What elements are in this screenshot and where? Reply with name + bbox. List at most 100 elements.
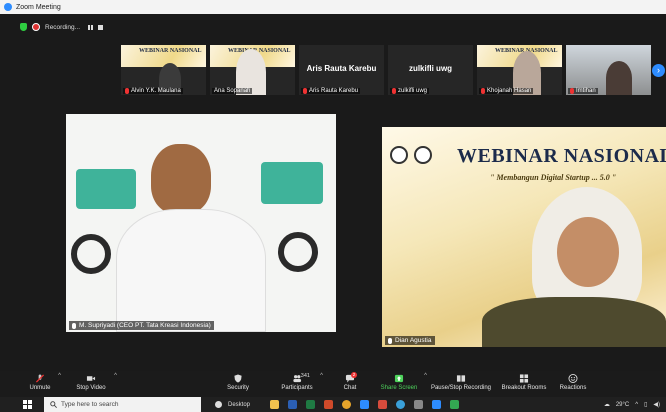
reactions-button[interactable]: Reactions (558, 371, 588, 397)
thumbnail-strip: WEBINAR NASIONAL Alvin Y.K. Maulana WEBI… (121, 45, 651, 95)
organization-seal-icon (414, 146, 432, 164)
chevron-up-icon[interactable]: ^ (320, 373, 323, 379)
participant-thumbnail[interactable]: WEBINAR NASIONAL Khojanah Hasan (477, 45, 562, 95)
zoom-logo-icon (4, 3, 12, 11)
speaker-video-right[interactable]: WEBINAR NASIONAL " Membangun Digital Sta… (382, 127, 666, 347)
participant-thumbnail[interactable]: zulkifli uwg zulkifli uwg (388, 45, 473, 95)
scooter-box (261, 162, 323, 204)
next-page-chevron-icon[interactable]: › (652, 64, 665, 77)
unmute-label: Unmute (29, 385, 51, 391)
powerpoint-icon[interactable] (324, 400, 334, 409)
reactions-label: Reactions (559, 385, 587, 391)
participant-thumbnail[interactable]: WEBINAR NASIONAL Alvin Y.K. Maulana (121, 45, 206, 95)
participant-thumbnail[interactable]: Aris Rauta Karebu Aris Rauta Karebu (299, 45, 384, 95)
word-icon[interactable] (288, 400, 298, 409)
taskbar-search-input[interactable]: Type here to search (44, 397, 201, 412)
chat-label: Chat (343, 385, 357, 391)
participant-name: Imtihan (576, 88, 596, 94)
participant-name: Aris Rauta Karebu (309, 88, 359, 94)
university-seal-icon (390, 146, 408, 164)
speaker-name: M. Supriyadi (CEO PT. Tata Kreasi Indone… (79, 322, 211, 329)
app-icon[interactable] (378, 400, 388, 409)
speaker-face (557, 217, 619, 287)
system-tray: ☁ 29°C ^ ▯ ◀) (604, 401, 660, 409)
breakout-label: Breakout Rooms (501, 385, 547, 391)
windows-start-icon[interactable] (20, 397, 34, 412)
slide-title: WEBINAR NASIONAL (457, 145, 666, 167)
participants-button[interactable]: 341 Participants ^ (278, 371, 323, 397)
file-explorer-icon[interactable] (270, 400, 280, 409)
webinar-banner: WEBINAR NASIONAL (121, 45, 206, 67)
weather-cloud-icon[interactable]: ☁ (604, 401, 610, 408)
unmute-button[interactable]: Unmute ^ (26, 371, 61, 397)
security-shield-icon (20, 23, 27, 31)
pause-stop-recording-button[interactable]: Pause/Stop Recording (428, 371, 494, 397)
meeting-stage: Recording... WEBINAR NASIONAL Alvin Y.K.… (0, 14, 666, 371)
participants-label: Participants (281, 385, 313, 391)
recording-bar: Recording... (20, 21, 104, 33)
cortana-icon[interactable] (215, 401, 222, 408)
pause-recording-icon[interactable] (88, 24, 91, 30)
temperature-label[interactable]: 29°C (616, 402, 629, 408)
participant-name: Alvin Y.K. Maulana (131, 88, 181, 94)
participant-name: zulkifli uwg (398, 88, 428, 94)
participant-display-name: Aris Rauta Karebu (306, 64, 377, 73)
mic-muted-icon (303, 88, 307, 94)
breakout-rooms-button[interactable]: Breakout Rooms (501, 371, 547, 397)
volume-icon[interactable]: ◀) (653, 401, 660, 408)
stop-video-label: Stop Video (76, 385, 106, 391)
security-label: Security (227, 385, 249, 391)
participant-figure (606, 61, 632, 95)
participant-display-name: zulkifli uwg (408, 64, 453, 73)
chrome-icon[interactable] (342, 400, 352, 409)
chat-badge: 2 (350, 372, 357, 378)
window-title: Zoom Meeting (16, 3, 61, 11)
speaker-body (482, 297, 666, 347)
speaker-video-left[interactable]: M. Supriyadi (CEO PT. Tata Kreasi Indone… (66, 114, 336, 332)
title-bar: Zoom Meeting (0, 0, 666, 14)
mic-icon (388, 337, 392, 344)
speaker-name-label: M. Supriyadi (CEO PT. Tata Kreasi Indone… (69, 321, 214, 330)
share-screen-button[interactable]: Share Screen ^ (378, 371, 427, 397)
scooter-wheel (71, 234, 111, 274)
pause-stop-icon (456, 375, 466, 382)
participant-name: Ana Sopanah (214, 88, 251, 94)
chevron-up-icon[interactable]: ^ (635, 402, 638, 408)
stop-video-button[interactable]: Stop Video ^ (72, 371, 117, 397)
mic-icon (72, 322, 76, 329)
speaker-name-label: Dian Agustia (385, 336, 435, 345)
chat-button[interactable]: 2 Chat (338, 371, 362, 397)
stop-recording-icon[interactable] (98, 24, 104, 30)
video-camera-icon (86, 376, 96, 381)
search-placeholder: Type here to search (61, 401, 119, 408)
participant-thumbnail[interactable]: Imtihan (566, 45, 651, 95)
participant-name-label: zulkifli uwg (390, 88, 430, 94)
breakout-rooms-icon (519, 374, 529, 383)
chevron-up-icon[interactable]: ^ (114, 373, 117, 379)
participant-name-label: Alvin Y.K. Maulana (123, 88, 183, 94)
app-icon[interactable] (450, 400, 460, 409)
chevron-up-icon[interactable]: ^ (424, 373, 427, 379)
edge-icon[interactable] (396, 400, 406, 409)
desktop-toolbar-label[interactable]: Desktop (228, 402, 250, 408)
slide-subtitle: " Membangun Digital Startup ... 5.0 " (490, 173, 617, 182)
security-button[interactable]: Security (224, 371, 252, 397)
zoom-app-icon[interactable] (360, 400, 370, 409)
participant-name-label: Imtihan (568, 88, 598, 94)
speaker-head (151, 144, 211, 214)
mic-muted-icon (125, 88, 129, 94)
mic-muted-icon (481, 88, 485, 94)
mic-muted-icon (570, 88, 574, 94)
smiley-icon (568, 374, 578, 383)
app-icon[interactable] (414, 400, 424, 409)
network-icon[interactable]: ▯ (644, 401, 647, 408)
scooter-wheel (278, 232, 318, 272)
shield-icon (234, 374, 242, 383)
excel-icon[interactable] (306, 400, 316, 409)
participants-count: 341 (300, 373, 310, 379)
participant-thumbnail[interactable]: WEBINAR NASIONAL Ana Sopanah (210, 45, 295, 95)
chevron-up-icon[interactable]: ^ (58, 373, 61, 379)
mail-icon[interactable] (432, 400, 442, 409)
speaker-body (116, 209, 266, 332)
recording-label: Recording... (45, 23, 81, 31)
